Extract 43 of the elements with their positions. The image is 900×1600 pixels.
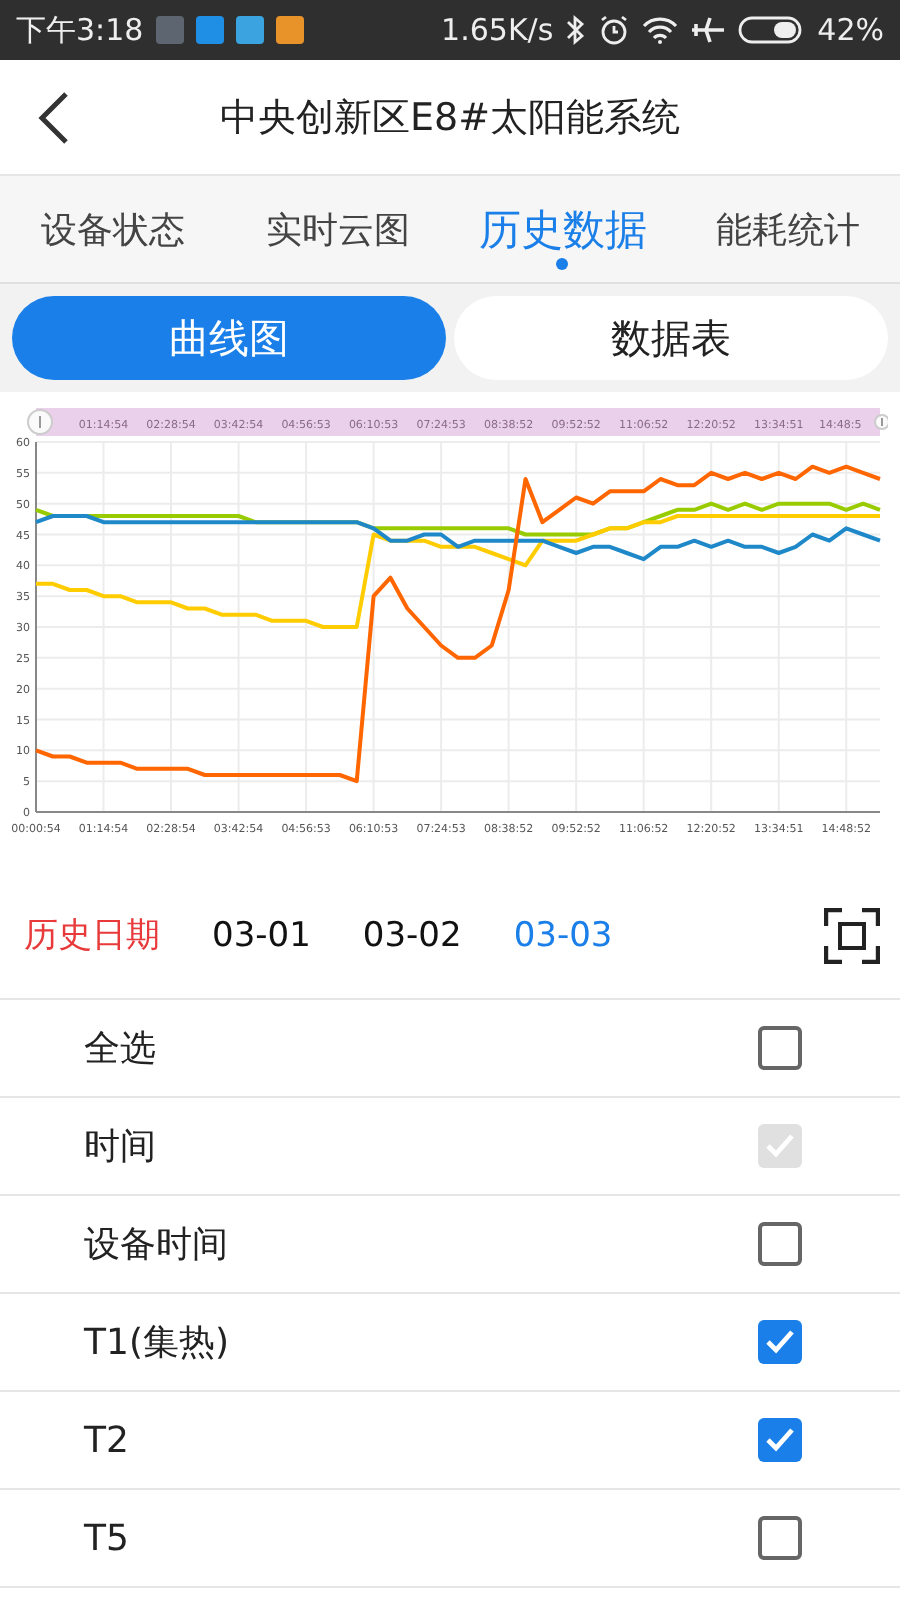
fullscreen-icon[interactable] bbox=[824, 907, 880, 963]
active-dot bbox=[556, 258, 569, 270]
checkbox[interactable] bbox=[758, 1320, 802, 1364]
tab[interactable]: 历史数据 bbox=[450, 176, 675, 282]
date-option[interactable]: 03-02 bbox=[362, 915, 462, 955]
date-option[interactable]: 03-01 bbox=[212, 915, 311, 955]
app-icon bbox=[235, 16, 264, 44]
date-option[interactable]: 03-03 bbox=[513, 915, 613, 955]
app-icon bbox=[275, 16, 304, 44]
field-label: T1(集热) bbox=[84, 1320, 231, 1366]
checkbox[interactable] bbox=[758, 1418, 802, 1462]
range-handle[interactable] bbox=[874, 414, 888, 430]
tab[interactable]: 实时云图 bbox=[225, 176, 450, 282]
check-icon bbox=[764, 1328, 796, 1356]
page-title: 中央创新区E8#太阳能系统 bbox=[219, 93, 680, 143]
checkbox[interactable] bbox=[758, 1222, 802, 1266]
check-icon bbox=[764, 1132, 796, 1160]
checkbox[interactable] bbox=[758, 1516, 802, 1560]
clock: 下午3:18 bbox=[16, 11, 144, 49]
field-label: T2 bbox=[84, 1419, 131, 1461]
field-label: T5 bbox=[84, 1517, 131, 1559]
battery-level: 42% bbox=[817, 12, 884, 48]
field-label: 设备时间 bbox=[84, 1222, 230, 1268]
app-icon bbox=[195, 16, 224, 44]
view-toggle[interactable]: 曲线图 bbox=[12, 296, 446, 380]
bluetooth-icon bbox=[565, 14, 586, 46]
wifi-icon bbox=[641, 16, 678, 44]
tab[interactable]: 能耗统计 bbox=[675, 176, 900, 282]
battery-icon bbox=[737, 14, 806, 46]
range-navigator[interactable] bbox=[36, 408, 880, 436]
network-speed: 1.65K/s bbox=[441, 12, 554, 48]
alarm-icon bbox=[597, 14, 630, 46]
app-icon bbox=[155, 16, 184, 44]
checkbox[interactable] bbox=[758, 1026, 802, 1070]
field-label: 时间 bbox=[84, 1124, 158, 1170]
field-label: 全选 bbox=[84, 1026, 158, 1072]
view-toggle[interactable]: 数据表 bbox=[454, 296, 888, 380]
tab[interactable]: 设备状态 bbox=[0, 176, 225, 282]
back-icon[interactable] bbox=[36, 90, 72, 146]
range-handle[interactable] bbox=[27, 409, 53, 435]
airplane-icon bbox=[689, 16, 726, 44]
check-icon bbox=[764, 1426, 796, 1454]
date-label: 历史日期 bbox=[24, 914, 160, 958]
